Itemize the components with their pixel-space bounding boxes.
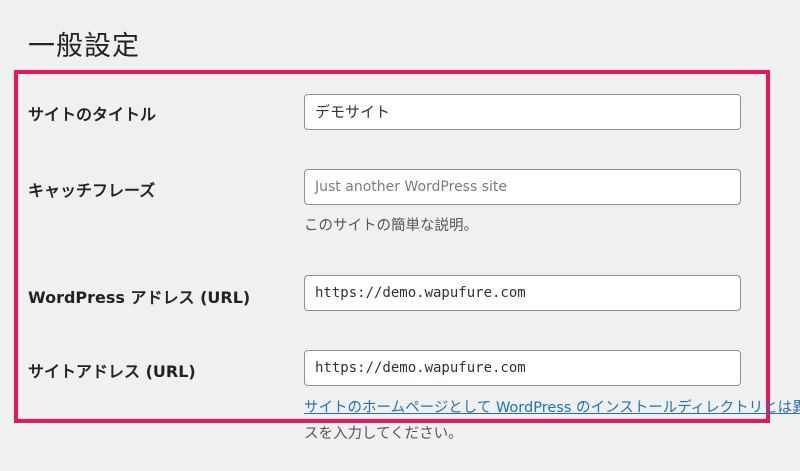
- wordpress-address-label-suffix: (URL): [200, 288, 251, 307]
- wordpress-address-label-latin: WordPress: [28, 288, 125, 307]
- site-title-label: サイトのタイトル: [28, 105, 157, 124]
- general-settings-page: 一般設定 サイトのタイトル デモサイト キャッチフレーズ Just anothe…: [0, 0, 800, 471]
- site-address-label: サイトアドレス (URL): [28, 358, 196, 382]
- page-title: 一般設定: [28, 31, 140, 62]
- site-address-input[interactable]: https://demo.wapufure.com: [304, 350, 741, 386]
- site-address-label-jp: サイトアドレス: [28, 362, 141, 381]
- wordpress-address-input[interactable]: https://demo.wapufure.com: [304, 275, 741, 311]
- tagline-description: このサイトの簡単な説明。: [304, 218, 478, 234]
- site-address-label-suffix: (URL): [145, 362, 196, 381]
- tagline-input[interactable]: Just another WordPress site: [304, 169, 741, 205]
- wordpress-address-label-jp: アドレス: [130, 288, 195, 307]
- wordpress-address-label: WordPress アドレス (URL): [28, 284, 250, 308]
- site-address-description: サイトのホームページとして WordPress のインストールディレクトリとは異…: [304, 395, 800, 447]
- site-address-help-link[interactable]: サイトのホームページとして WordPress のインストールディレクトリとは異…: [304, 395, 800, 421]
- site-title-input[interactable]: デモサイト: [304, 94, 741, 130]
- tagline-label: キャッチフレーズ: [28, 181, 156, 200]
- site-address-description-tail: スを入力してください。: [304, 426, 463, 442]
